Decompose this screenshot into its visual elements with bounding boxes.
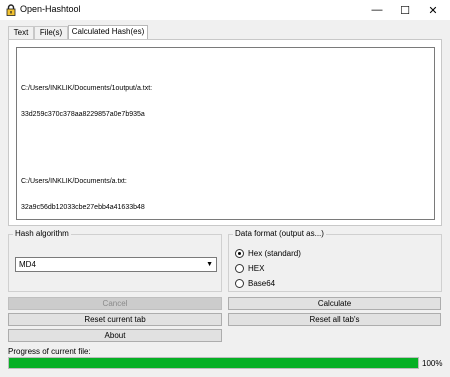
hash-algorithm-value: MD4 <box>19 260 36 269</box>
radio-checked-icon <box>235 248 244 258</box>
dropdown-arrow-icon: ▼ <box>206 261 213 268</box>
cancel-button[interactable]: Cancel <box>8 297 222 310</box>
radio-label: Hex (standard) <box>248 248 301 258</box>
tab-text[interactable]: Text <box>8 26 34 39</box>
radio-hex-upper[interactable]: HEX <box>235 262 264 274</box>
hash-algorithm-select[interactable]: MD4 ▼ <box>15 257 217 272</box>
radio-base64[interactable]: Base64 <box>235 277 275 289</box>
progress-fill <box>9 358 418 368</box>
progress-percent: 100% <box>422 359 443 368</box>
result-path: C:/Users/INKLIK/Documents/a.txt: <box>21 178 127 185</box>
radio-label: Base64 <box>248 278 276 288</box>
reset-all-tabs-button[interactable]: Reset all tab's <box>228 313 441 326</box>
padlock-icon <box>6 4 16 16</box>
minimize-icon: — <box>371 4 383 16</box>
result-path: C:/Users/INKLIK/Documents/1output/a.txt: <box>21 85 153 92</box>
hash-algorithm-group: Hash algorithm MD4 ▼ <box>8 229 222 292</box>
progress-bar <box>8 357 419 369</box>
window-title: Open-Hashtool <box>20 4 81 14</box>
calculate-button[interactable]: Calculate <box>228 297 441 310</box>
maximize-icon: ☐ <box>400 4 410 17</box>
radio-label: HEX <box>248 263 265 273</box>
results-textarea[interactable]: C:/Users/INKLIK/Documents/1output/a.txt:… <box>16 47 435 220</box>
radio-unchecked-icon <box>235 278 244 288</box>
data-format-group: Data format (output as...) Hex (standard… <box>228 229 442 292</box>
title-bar[interactable]: Open-Hashtool — ☐ ✕ <box>0 0 450 20</box>
tab-files[interactable]: File(s) <box>34 26 68 39</box>
tab-panel-calculated-hashes: C:/Users/INKLIK/Documents/1output/a.txt:… <box>8 39 442 226</box>
result-entry: C:/Users/INKLIK/Documents/1output/a.txt:… <box>21 68 430 136</box>
maximize-button[interactable]: ☐ <box>392 0 418 20</box>
progress-label: Progress of current file: <box>8 347 91 356</box>
close-button[interactable]: ✕ <box>420 0 446 20</box>
result-hash: 32a9c56db12033cbe27ebb4a41633b48 <box>21 203 145 211</box>
result-entry: C:/Users/INKLIK/Documents/a.txt: 32a9c56… <box>21 161 430 219</box>
minimize-button[interactable]: — <box>364 0 390 20</box>
reset-current-tab-button[interactable]: Reset current tab <box>8 313 222 326</box>
result-hash: 33d259c370c378aa8229857a0e7b935a <box>21 110 145 118</box>
app-window: Open-Hashtool — ☐ ✕ Text File(s) Calcula… <box>0 0 450 377</box>
data-format-title: Data format (output as...) <box>233 229 326 238</box>
radio-hex-standard[interactable]: Hex (standard) <box>235 247 301 259</box>
radio-unchecked-icon <box>235 263 244 273</box>
tab-calculated-hashes[interactable]: Calculated Hash(es) <box>68 25 148 39</box>
about-button[interactable]: About <box>8 329 222 342</box>
hash-algorithm-title: Hash algorithm <box>13 229 71 238</box>
close-icon: ✕ <box>428 4 438 17</box>
